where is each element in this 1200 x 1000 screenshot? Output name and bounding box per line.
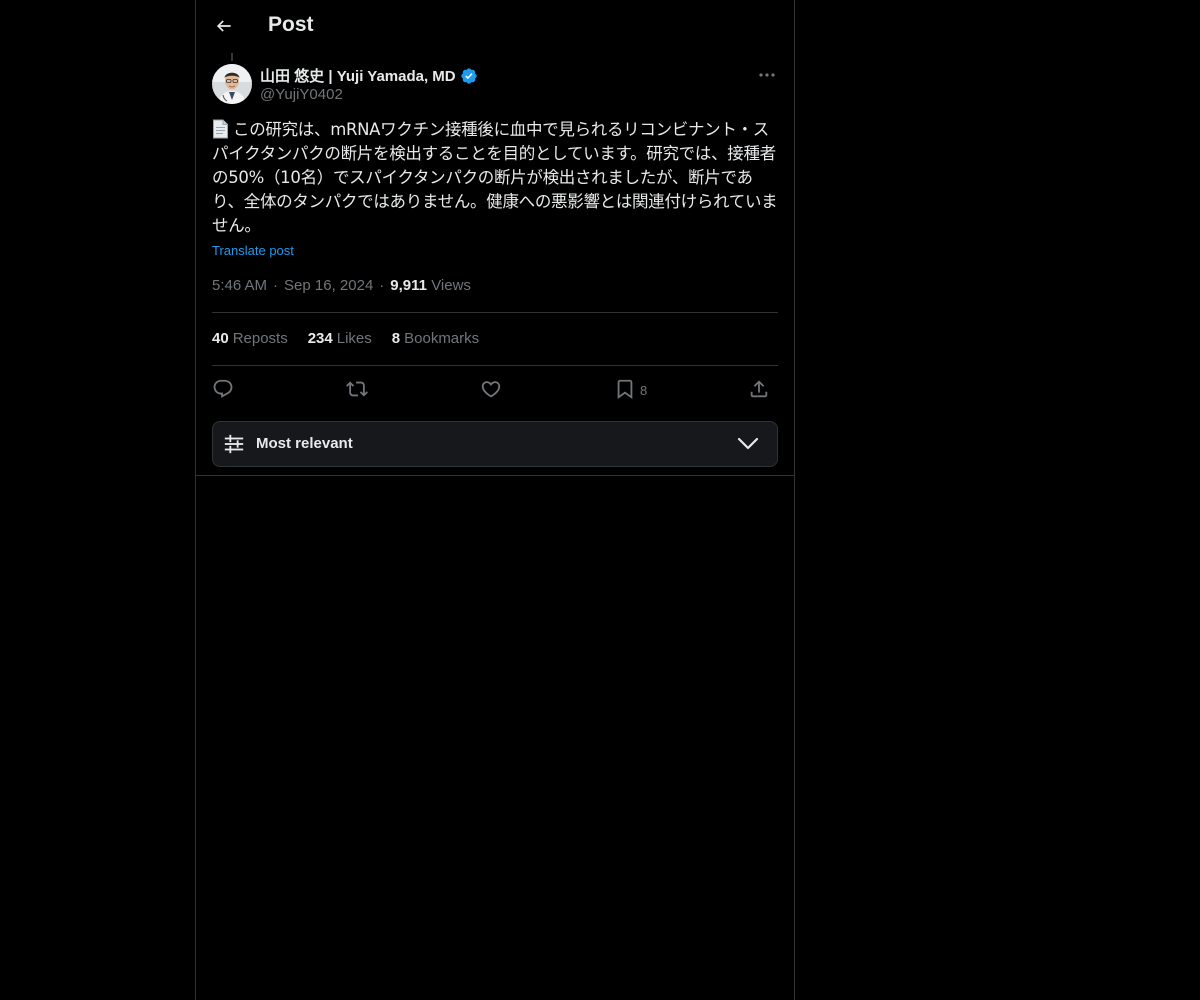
- action-bar: 8: [212, 376, 778, 402]
- bookmarks-count: 8: [391, 330, 401, 347]
- reposts-stat[interactable]: 40 Reposts: [212, 330, 288, 347]
- bookmarks-label: Bookmarks: [404, 330, 480, 347]
- likes-label: Likes: [336, 330, 372, 347]
- author-name[interactable]: 山田 悠史 | Yuji Yamada, MD: [260, 65, 478, 86]
- verified-badge-icon: [460, 67, 478, 85]
- like-button[interactable]: [480, 376, 502, 402]
- bookmark-count: 8: [640, 383, 648, 398]
- bookmark-button[interactable]: 8: [614, 376, 647, 402]
- engagement-stats: 40 Reposts 234 Likes 8 Bookmarks: [212, 330, 479, 347]
- back-button[interactable]: [210, 12, 238, 40]
- section-divider: [196, 475, 794, 476]
- chevron-down-icon: [737, 437, 759, 450]
- sort-label: Most relevant: [256, 435, 353, 452]
- author-name-text: 山田 悠史 | Yuji Yamada, MD: [260, 68, 456, 85]
- thread-connector: [231, 53, 233, 61]
- arrow-left-icon: [216, 20, 231, 32]
- bookmark-icon: [617, 379, 633, 400]
- avatar[interactable]: [212, 64, 252, 104]
- primary-column: Post 山田 悠史 | Yuji Yamada, MD @YujiY0402: [195, 0, 795, 1000]
- repost-icon: [346, 381, 368, 397]
- post-date[interactable]: Sep 16, 2024: [284, 277, 373, 294]
- reply-button[interactable]: [212, 376, 234, 402]
- share-button[interactable]: [748, 376, 770, 402]
- meta-separator: ·: [273, 277, 279, 294]
- divider: [212, 365, 778, 366]
- post-text: この研究は、mRNAワクチン接種後に血中で見られるリコンビナント・スパイクタンパ…: [212, 120, 778, 235]
- repost-button[interactable]: [346, 376, 368, 402]
- post-time[interactable]: 5:46 AM: [212, 277, 267, 294]
- reposts-count: 40: [212, 330, 229, 347]
- views-count: 9,911: [390, 277, 428, 294]
- page-title: Post: [268, 13, 314, 36]
- avatar-photo: [212, 64, 252, 104]
- divider: [212, 312, 778, 313]
- bookmarks-stat[interactable]: 8 Bookmarks: [392, 330, 479, 347]
- reposts-label: Reposts: [232, 330, 288, 347]
- likes-count: 234: [307, 330, 333, 347]
- heart-icon: [481, 381, 501, 398]
- share-icon: [750, 380, 768, 398]
- more-options-button[interactable]: [752, 64, 782, 86]
- post-body: この研究は、mRNAワクチン接種後に血中で見られるリコンビナント・スパイクタンパ…: [212, 118, 778, 238]
- translate-post-link[interactable]: Translate post: [212, 243, 294, 258]
- post-meta: 5:46 AM · Sep 16, 2024 · 9,911 Views: [212, 277, 471, 294]
- sliders-icon: [224, 434, 244, 454]
- views-label: Views: [431, 277, 471, 294]
- author-handle[interactable]: @YujiY0402: [260, 86, 343, 103]
- page-document-icon: [212, 119, 229, 139]
- more-dots-icon: [759, 73, 775, 77]
- reply-sort-dropdown[interactable]: Most relevant: [212, 421, 778, 467]
- likes-stat[interactable]: 234 Likes: [308, 330, 372, 347]
- top-header: Post: [196, 0, 794, 53]
- reply-icon: [213, 379, 233, 398]
- meta-separator: ·: [379, 277, 385, 294]
